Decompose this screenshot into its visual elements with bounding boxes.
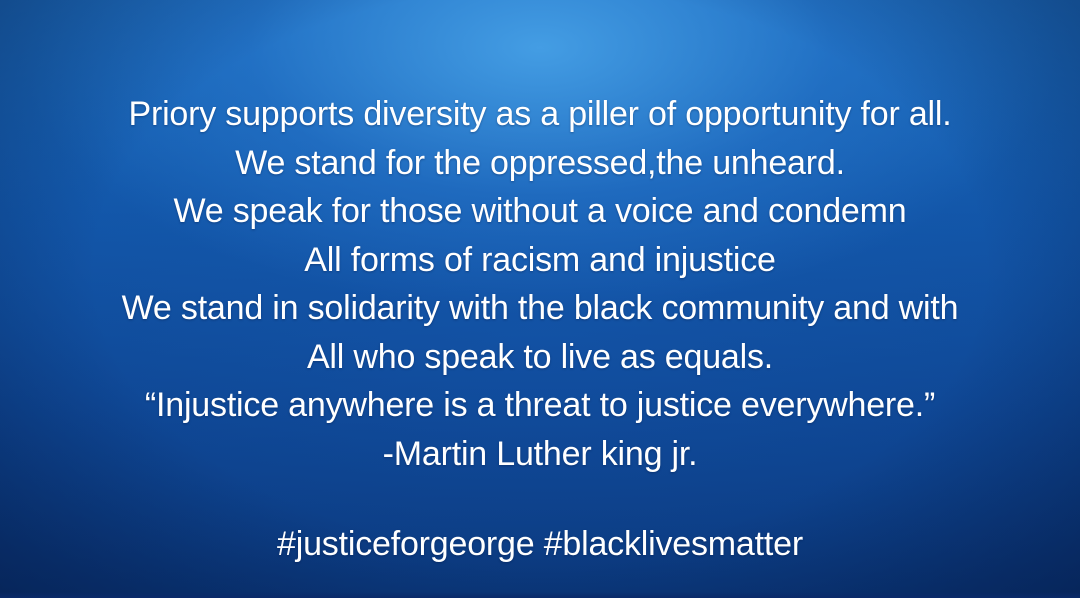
statement-line-1: Priory supports diversity as a piller of… <box>128 95 952 133</box>
quote-line: “Injustice anywhere is a threat to justi… <box>144 386 936 424</box>
statement-text: Priory supports diversity as a piller of… <box>0 90 1080 478</box>
statement-line-3: We speak for those without a voice and c… <box>173 192 907 230</box>
statement-line-4: All forms of racism and injustice <box>304 240 776 279</box>
statement-line-6: All who speak to live as equals. <box>306 337 774 376</box>
quote-attribution: -Martin Luther king jr. <box>382 434 698 473</box>
statement-graphic: { "statement": { "lines": [ "Priory supp… <box>0 0 1080 598</box>
statement-line-2: We stand for the oppressed,the unheard. <box>235 143 845 182</box>
statement-line-5: We stand in solidarity with the black co… <box>121 289 959 327</box>
bottom-edge-strip <box>0 592 1080 598</box>
hashtags-text: #justiceforgeorge #blacklivesmatter <box>277 525 803 563</box>
